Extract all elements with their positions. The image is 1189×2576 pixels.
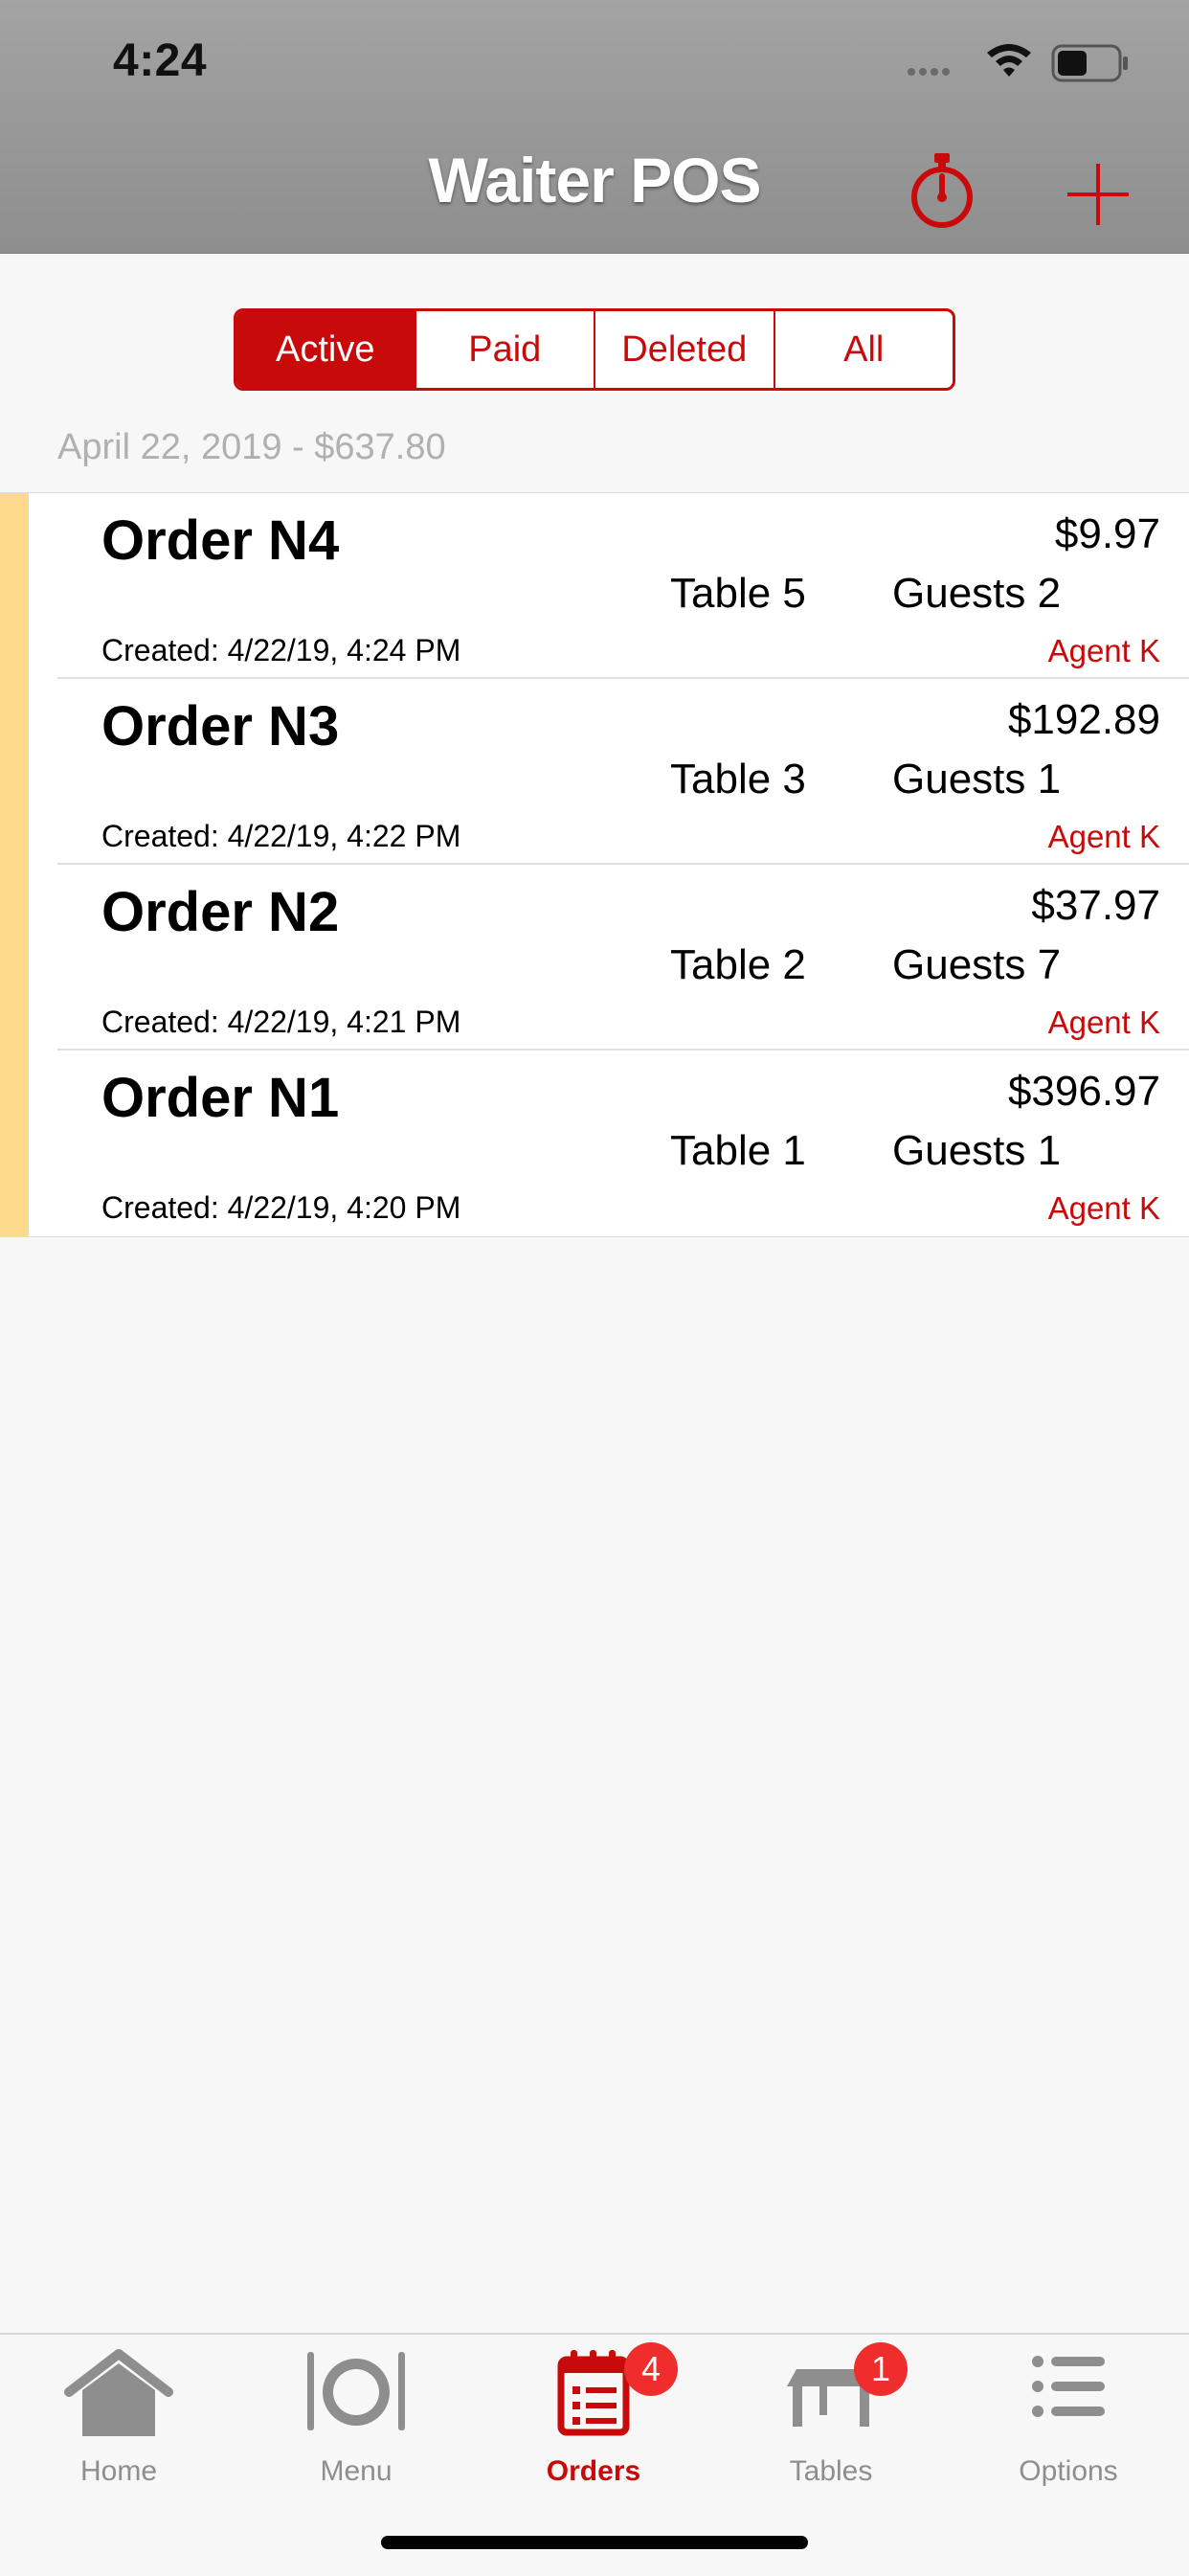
tab-home[interactable]: Home	[0, 2335, 237, 2507]
tab-tables[interactable]: 1 Tables	[712, 2335, 950, 2507]
tab-menu-label: Menu	[320, 2455, 393, 2487]
order-guests: Guests 2	[892, 570, 1062, 617]
status-time: 4:24	[113, 35, 208, 86]
order-status-stripe	[0, 1051, 29, 1236]
order-agent: Agent K	[1047, 1190, 1160, 1226]
order-status-stripe	[0, 865, 29, 1051]
order-agent: Agent K	[1047, 1005, 1160, 1040]
order-agent: Agent K	[1047, 633, 1160, 668]
tables-badge: 1	[854, 2342, 908, 2396]
order-guests: Guests 7	[892, 941, 1062, 988]
list-icon	[1032, 2356, 1105, 2417]
order-row[interactable]: Order N4 $9.97 Table 5 Guests 2 Created:…	[0, 493, 1189, 679]
wifi-icon	[987, 44, 1031, 77]
order-table: Table 2	[670, 941, 806, 988]
battery-icon	[1051, 44, 1128, 82]
section-header-date-total: April 22, 2019 - $637.80	[57, 427, 446, 467]
tab-options[interactable]: Options	[950, 2335, 1187, 2507]
segment-paid[interactable]: Paid	[416, 311, 595, 388]
page-title: Waiter POS	[428, 145, 762, 215]
cellular-signal-icon	[908, 63, 953, 80]
order-table: Table 5	[670, 570, 806, 617]
navigation-bar: 4:24 Waiter POS	[0, 0, 1189, 254]
tab-tables-label: Tables	[789, 2455, 873, 2487]
plus-icon[interactable]	[1065, 161, 1132, 228]
orders-list: Order N4 $9.97 Table 5 Guests 2 Created:…	[0, 492, 1189, 1237]
segment-all[interactable]: All	[775, 311, 953, 388]
order-title: Order N1	[101, 1067, 340, 1129]
order-filter-segmented-control: Active Paid Deleted All	[234, 308, 955, 391]
orders-badge: 4	[624, 2342, 678, 2396]
order-price: $396.97	[1007, 1068, 1160, 1115]
order-title: Order N3	[101, 695, 340, 757]
home-indicator	[381, 2536, 808, 2549]
order-status-stripe	[0, 679, 29, 865]
order-agent: Agent K	[1047, 819, 1160, 854]
order-created: Created: 4/22/19, 4:22 PM	[101, 819, 461, 853]
plate-cutlery-icon	[307, 2352, 405, 2430]
tab-options-label: Options	[1019, 2455, 1118, 2487]
tab-home-label: Home	[79, 2455, 158, 2487]
order-row[interactable]: Order N1 $396.97 Table 1 Guests 1 Create…	[0, 1051, 1189, 1236]
order-price: $192.89	[1007, 696, 1160, 743]
order-row[interactable]: Order N3 $192.89 Table 3 Guests 1 Create…	[0, 679, 1189, 865]
segment-deleted[interactable]: Deleted	[595, 311, 775, 388]
order-title: Order N2	[101, 881, 340, 943]
order-table: Table 1	[670, 1127, 806, 1174]
tab-orders[interactable]: 4 Orders	[475, 2335, 712, 2507]
house-icon	[64, 2349, 173, 2436]
order-table: Table 3	[670, 756, 806, 802]
order-guests: Guests 1	[892, 756, 1062, 802]
order-title: Order N4	[101, 509, 340, 572]
order-price: $9.97	[1054, 510, 1160, 557]
tab-orders-label: Orders	[546, 2455, 641, 2487]
notepad-icon	[557, 2350, 630, 2436]
segment-active[interactable]: Active	[236, 311, 416, 388]
order-created: Created: 4/22/19, 4:20 PM	[101, 1190, 461, 1225]
order-created: Created: 4/22/19, 4:24 PM	[101, 633, 461, 667]
order-price: $37.97	[1031, 882, 1160, 929]
tab-menu[interactable]: Menu	[237, 2335, 475, 2507]
order-status-stripe	[0, 493, 29, 679]
order-guests: Guests 1	[892, 1127, 1062, 1174]
order-row[interactable]: Order N2 $37.97 Table 2 Guests 7 Created…	[0, 865, 1189, 1051]
stopwatch-icon[interactable]	[908, 151, 976, 230]
order-created: Created: 4/22/19, 4:21 PM	[101, 1005, 461, 1039]
